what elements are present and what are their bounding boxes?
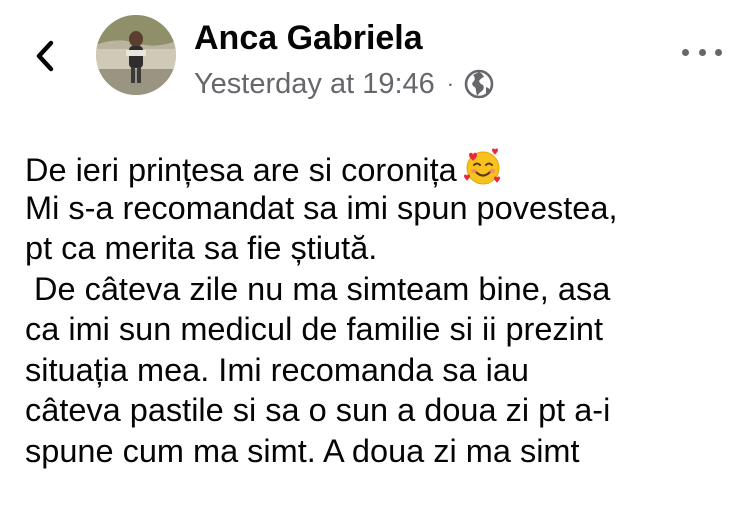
post-line: câteva pastile si sa o sun a doua zi pt … [25, 392, 611, 428]
post-line: Mi s-a recomandat sa imi spun povestea, [25, 189, 618, 226]
post-header: Anca Gabriela Yesterday at 19:46 · [0, 0, 750, 110]
smiling-face-with-hearts-icon [463, 147, 503, 187]
post-line: De ieri prințesa are si coronița [25, 147, 737, 188]
more-options-button[interactable] [682, 40, 722, 64]
more-dot [682, 48, 689, 56]
avatar[interactable] [96, 15, 176, 95]
post-text: De ieri prințesa are si coronița Mi s-a … [25, 147, 737, 471]
post-line: pt ca merita sa fie știută. [25, 230, 378, 266]
author-name[interactable]: Anca Gabriela [194, 18, 423, 58]
more-dot [715, 48, 722, 56]
post-line-text: De ieri prințesa are si coronița [25, 152, 457, 188]
globe-icon [464, 69, 494, 99]
chevron-left-icon [36, 40, 54, 72]
meta-separator: · [446, 71, 455, 96]
post-meta: Yesterday at 19:46 · [194, 64, 494, 104]
post-line: spune cum ma simt. A doua zi ma simt [25, 432, 580, 469]
post-line: De câteva zile nu ma simteam bine, asa [25, 270, 611, 307]
more-dot [698, 48, 706, 56]
post-line: ca imi sun medicul de familie si ii prez… [25, 311, 603, 347]
timestamp[interactable]: Yesterday at 19:46 [194, 68, 435, 101]
post-line: situația mea. Imi recomanda sa iau [25, 351, 529, 388]
back-button[interactable] [30, 36, 60, 76]
avatar-image [96, 15, 176, 95]
